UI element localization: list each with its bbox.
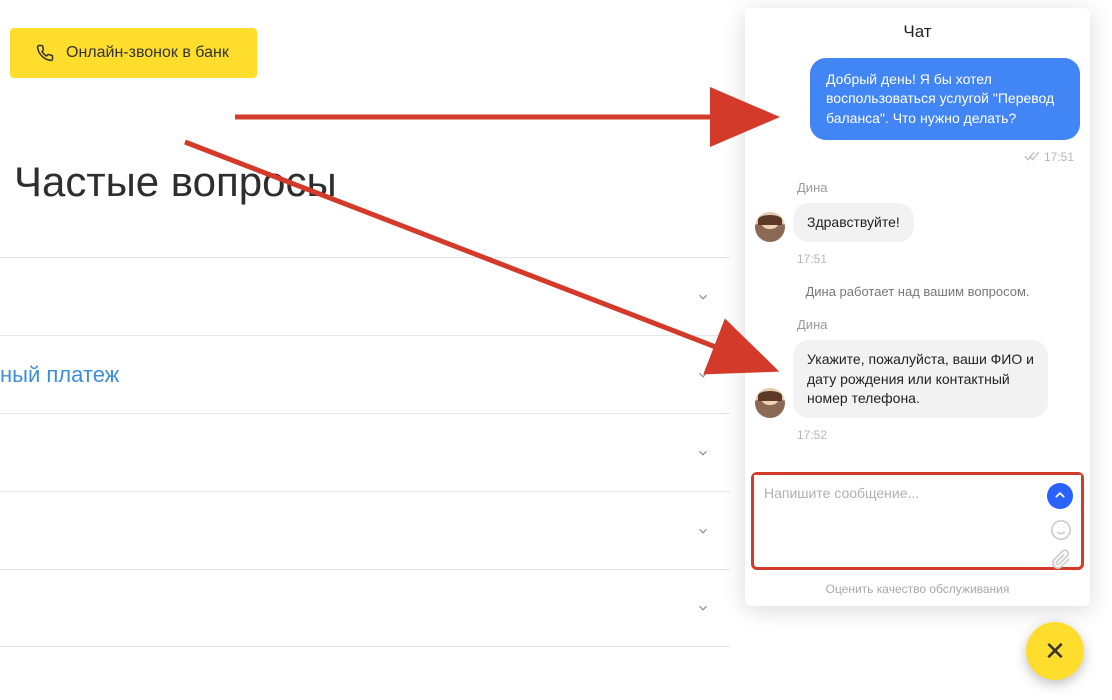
agent-message-bubble: Укажите, пожалуйста, ваши ФИО и дату рож… [793, 340, 1048, 418]
call-button-label: Онлайн-звонок в банк [66, 44, 229, 61]
close-icon: ✕ [1044, 636, 1066, 667]
system-notice: Дина работает над вашим вопросом. [755, 276, 1080, 307]
read-checks-icon [1024, 151, 1040, 163]
faq-item-label: ный платеж [0, 362, 119, 388]
faq-item[interactable]: ный платеж [0, 335, 730, 413]
rate-service-link[interactable]: Оценить качество обслуживания [745, 574, 1090, 606]
chevron-down-icon [696, 524, 710, 538]
agent-name: Дина [755, 176, 1080, 197]
online-call-button[interactable]: Онлайн-звонок в банк [10, 28, 257, 78]
chevron-down-icon [696, 290, 710, 304]
message-input[interactable] [754, 475, 1081, 511]
agent-avatar [755, 212, 785, 242]
agent-message-row: Здравствуйте! [755, 203, 1080, 242]
agent-message-bubble: Здравствуйте! [793, 203, 914, 242]
chat-input-area [751, 472, 1084, 570]
main-content: Онлайн-звонок в банк Частые вопросы ный … [0, 0, 730, 700]
faq-heading: Частые вопросы [14, 158, 337, 206]
agent-message-time: 17:52 [755, 424, 1080, 446]
faq-list: ный платеж [0, 257, 730, 647]
chat-title: Чат [745, 8, 1090, 54]
phone-icon [36, 44, 54, 62]
chat-widget: Чат Добрый день! Я бы хотел воспользоват… [745, 8, 1090, 606]
user-message-meta: 17:51 [755, 150, 1074, 164]
chat-messages: Добрый день! Я бы хотел воспользоваться … [745, 54, 1090, 466]
emoji-icon[interactable] [1050, 519, 1072, 541]
agent-name: Дина [755, 313, 1080, 334]
faq-item[interactable] [0, 413, 730, 491]
close-chat-button[interactable]: ✕ [1026, 622, 1084, 680]
send-button[interactable] [1047, 483, 1073, 509]
faq-item[interactable] [0, 569, 730, 647]
chevron-down-icon [696, 368, 710, 382]
user-message-time: 17:51 [1044, 150, 1074, 164]
attachment-icon[interactable] [1050, 547, 1072, 569]
agent-avatar [755, 388, 785, 418]
user-message-row: Добрый день! Я бы хотел воспользоваться … [755, 58, 1080, 140]
faq-item[interactable] [0, 257, 730, 335]
user-message-bubble: Добрый день! Я бы хотел воспользоваться … [810, 58, 1080, 140]
agent-message-row: Укажите, пожалуйста, ваши ФИО и дату рож… [755, 340, 1080, 418]
chevron-down-icon [696, 601, 710, 615]
agent-message-time: 17:51 [755, 248, 1080, 270]
chevron-down-icon [696, 446, 710, 460]
faq-item[interactable] [0, 491, 730, 569]
